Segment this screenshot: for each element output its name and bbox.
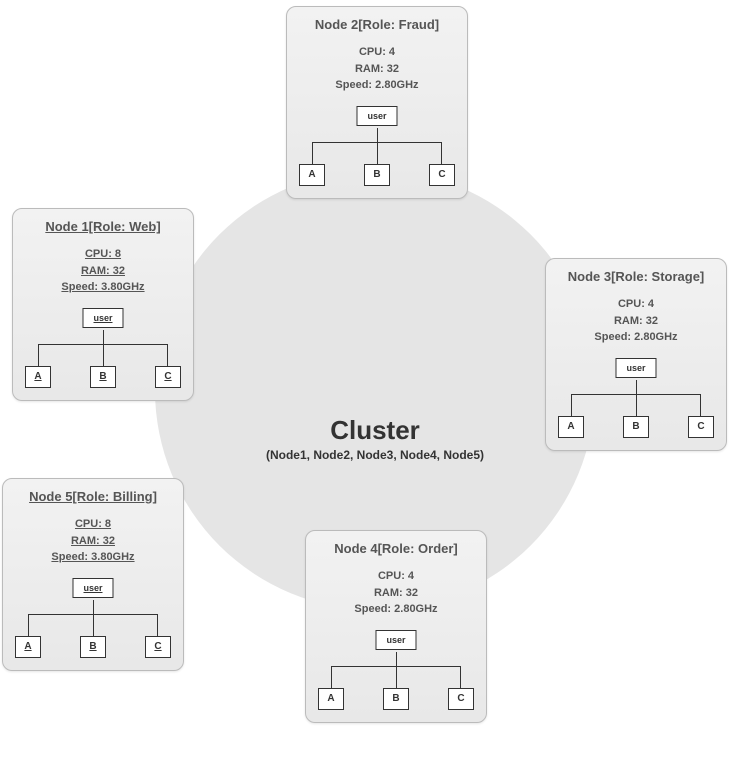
node-specs: CPU: 4 RAM: 32 Speed: 2.80GHz: [295, 44, 459, 94]
node-specs: CPU: 8 RAM: 32 Speed: 3.80GHz: [11, 516, 175, 566]
user-box: user: [615, 358, 656, 378]
actor-a: A: [25, 366, 51, 388]
node-title: Node 1[Role: Web]: [21, 219, 185, 234]
node-card-billing[interactable]: Node 5[Role: Billing] CPU: 8 RAM: 32 Spe…: [2, 478, 184, 671]
actor-b: B: [364, 164, 390, 186]
actor-c: C: [688, 416, 714, 438]
node-card-order[interactable]: Node 4[Role: Order] CPU: 4 RAM: 32 Speed…: [305, 530, 487, 723]
node-specs: CPU: 4 RAM: 32 Speed: 2.80GHz: [554, 296, 718, 346]
user-box: user: [375, 630, 416, 650]
spec-ram: RAM: 32: [21, 263, 185, 280]
spec-ram: RAM: 32: [11, 533, 175, 550]
node-card-fraud[interactable]: Node 2[Role: Fraud] CPU: 4 RAM: 32 Speed…: [286, 6, 468, 199]
spec-ram: RAM: 32: [295, 61, 459, 78]
actor-c: C: [429, 164, 455, 186]
actor-a: A: [318, 688, 344, 710]
spec-speed: Speed: 2.80GHz: [314, 601, 478, 618]
spec-cpu: CPU: 4: [314, 568, 478, 585]
cluster-label: Cluster (Node1, Node2, Node3, Node4, Nod…: [266, 415, 484, 462]
cluster-subtitle: (Node1, Node2, Node3, Node4, Node5): [266, 448, 484, 462]
user-box: user: [356, 106, 397, 126]
actor-c: C: [448, 688, 474, 710]
spec-cpu: CPU: 4: [554, 296, 718, 313]
node-title: Node 3[Role: Storage]: [554, 269, 718, 284]
actor-a: A: [299, 164, 325, 186]
actor-tree: user A B C: [21, 308, 185, 388]
spec-speed: Speed: 3.80GHz: [21, 279, 185, 296]
node-specs: CPU: 4 RAM: 32 Speed: 2.80GHz: [314, 568, 478, 618]
actor-a: A: [558, 416, 584, 438]
actor-b: B: [90, 366, 116, 388]
actor-tree: user A B C: [295, 106, 459, 186]
spec-speed: Speed: 2.80GHz: [295, 77, 459, 94]
cluster-title: Cluster: [266, 415, 484, 446]
spec-speed: Speed: 3.80GHz: [11, 549, 175, 566]
spec-ram: RAM: 32: [314, 585, 478, 602]
actor-b: B: [623, 416, 649, 438]
user-box: user: [72, 578, 113, 598]
node-card-storage[interactable]: Node 3[Role: Storage] CPU: 4 RAM: 32 Spe…: [545, 258, 727, 451]
actor-tree: user A B C: [554, 358, 718, 438]
spec-speed: Speed: 2.80GHz: [554, 329, 718, 346]
node-specs: CPU: 8 RAM: 32 Speed: 3.80GHz: [21, 246, 185, 296]
actor-c: C: [145, 636, 171, 658]
actor-a: A: [15, 636, 41, 658]
actor-b: B: [80, 636, 106, 658]
user-box: user: [82, 308, 123, 328]
actor-c: C: [155, 366, 181, 388]
node-title: Node 4[Role: Order]: [314, 541, 478, 556]
actor-tree: user A B C: [314, 630, 478, 710]
actor-b: B: [383, 688, 409, 710]
spec-cpu: CPU: 4: [295, 44, 459, 61]
node-title: Node 5[Role: Billing]: [11, 489, 175, 504]
spec-cpu: CPU: 8: [11, 516, 175, 533]
actor-tree: user A B C: [11, 578, 175, 658]
node-title: Node 2[Role: Fraud]: [295, 17, 459, 32]
spec-cpu: CPU: 8: [21, 246, 185, 263]
spec-ram: RAM: 32: [554, 313, 718, 330]
node-card-web[interactable]: Node 1[Role: Web] CPU: 8 RAM: 32 Speed: …: [12, 208, 194, 401]
